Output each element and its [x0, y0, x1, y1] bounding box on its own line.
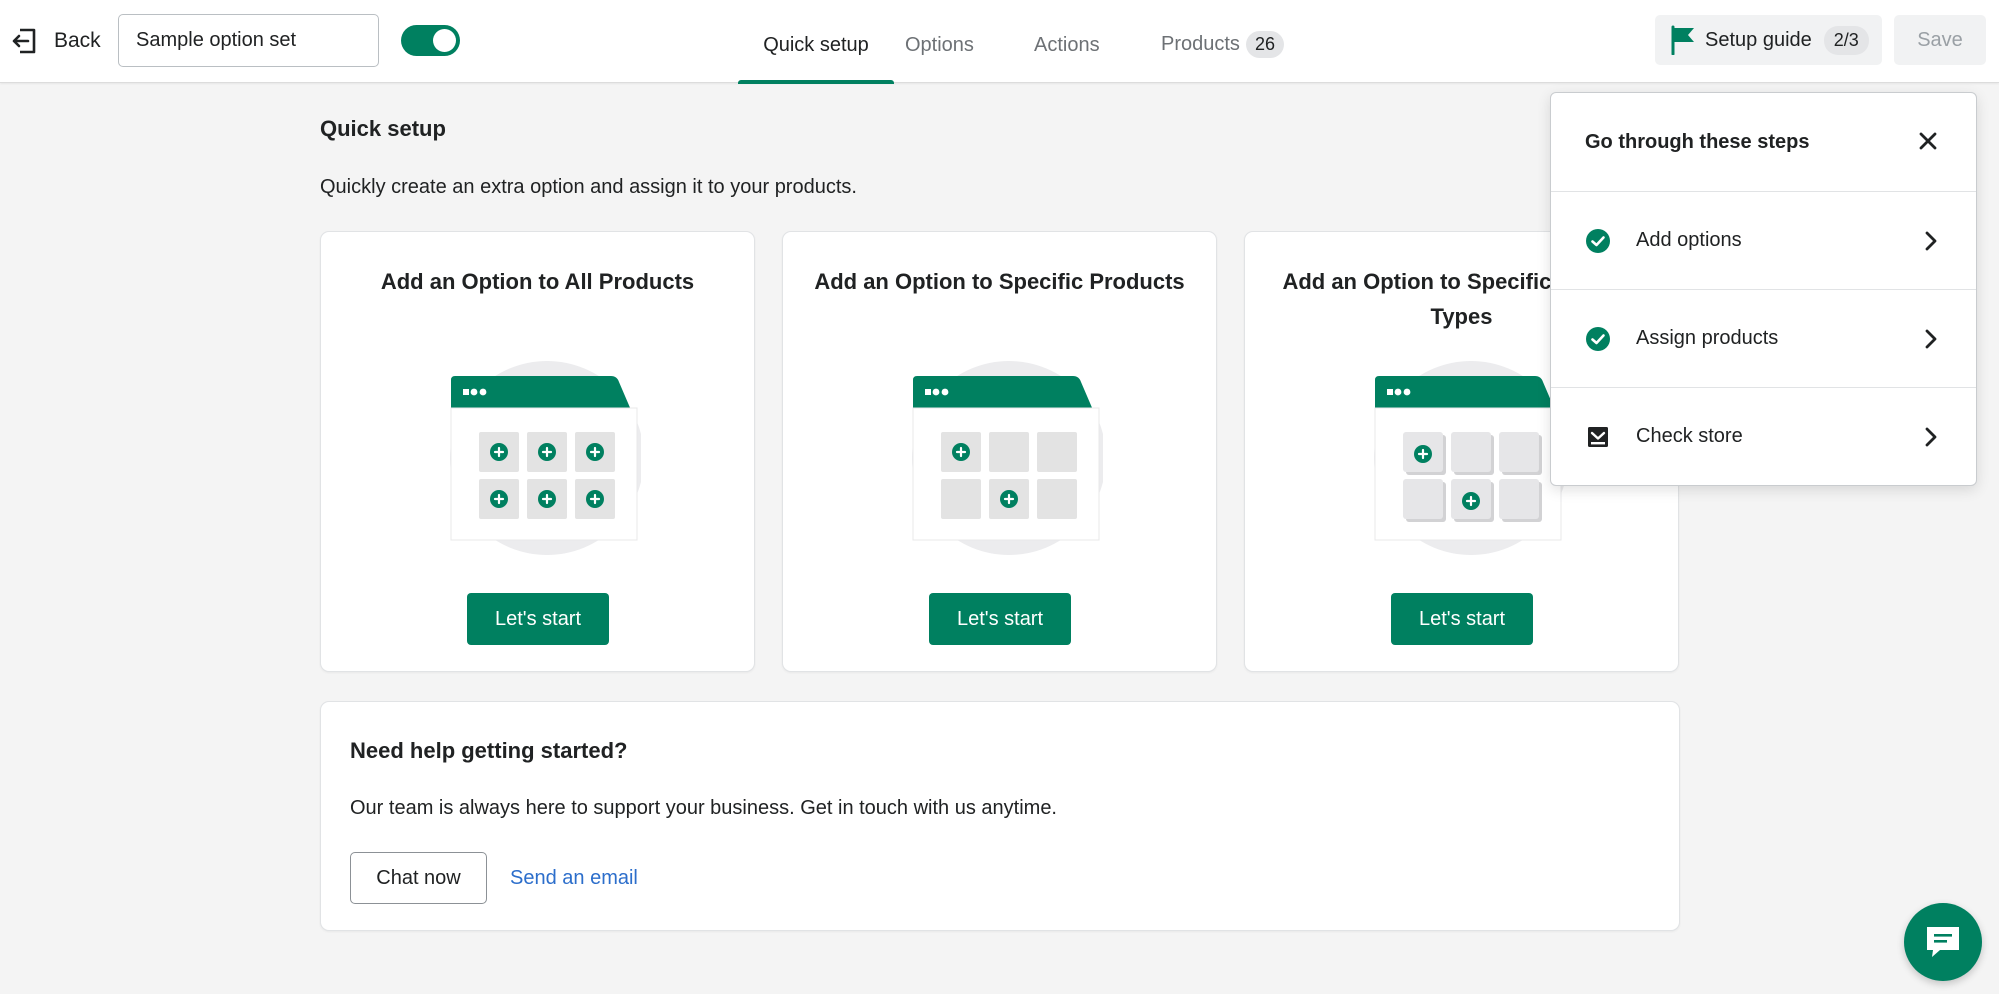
tab-label: Products: [1161, 33, 1240, 55]
step-label: Assign products: [1636, 327, 1779, 349]
setup-guide-progress-badge: 2/3: [1823, 25, 1869, 55]
setup-guide-button[interactable]: Setup guide 2/3: [1655, 15, 1882, 65]
save-button[interactable]: Save: [1894, 15, 1986, 65]
send-email-link[interactable]: Send an email: [510, 867, 638, 890]
setup-guide-header: Go through these steps: [1551, 93, 1976, 192]
help-title: Need help getting started?: [350, 738, 628, 763]
tab-quick-setup[interactable]: Quick setup: [738, 0, 894, 84]
card-specific-products: Add an Option to Specific Products Let's…: [782, 231, 1217, 672]
tab-label: Actions: [1034, 34, 1100, 56]
check-circle-icon: [1586, 229, 1610, 253]
chat-icon: [1927, 927, 1959, 957]
specific-products-illustration: [912, 361, 1103, 555]
lets-start-button[interactable]: Let's start: [1391, 593, 1533, 645]
card-title: Add an Option to Specific Products: [814, 269, 1185, 294]
page-description: Quickly create an extra option and assig…: [320, 176, 857, 198]
step-label: Add options: [1636, 229, 1742, 251]
lets-start-button[interactable]: Let's start: [467, 593, 609, 645]
card-title: Add an Option to All Products: [380, 269, 695, 294]
setup-guide-label: Setup guide: [1705, 28, 1812, 51]
flag-icon: [1671, 25, 1694, 55]
active-tab-indicator: [738, 80, 894, 84]
products-count-badge: 26: [1245, 31, 1284, 58]
tab-options[interactable]: Options: [905, 0, 974, 83]
chevron-right-icon: [1925, 427, 1937, 447]
chevron-right-icon: [1925, 231, 1937, 251]
option-set-name-input[interactable]: [118, 14, 379, 67]
all-products-illustration: [450, 361, 641, 555]
card-all-products: Add an Option to All Products Let's star…: [320, 231, 755, 672]
active-toggle[interactable]: [401, 25, 460, 56]
back-label: Back: [54, 29, 101, 52]
setup-guide-title: Go through these steps: [1585, 131, 1810, 153]
back-arrow-icon: [12, 28, 36, 54]
chat-now-button[interactable]: Chat now: [350, 852, 487, 904]
toggle-knob: [433, 29, 456, 52]
setup-guide-panel: Go through these steps Add options Assig…: [1550, 92, 1977, 486]
tab-label: Options: [905, 34, 974, 56]
close-icon[interactable]: [1916, 129, 1940, 153]
live-chat-button[interactable]: [1904, 903, 1982, 981]
tab-actions[interactable]: Actions: [1034, 0, 1100, 83]
lets-start-button[interactable]: Let's start: [929, 593, 1071, 645]
check-circle-icon: [1586, 327, 1610, 351]
tab-products[interactable]: Products 26: [1161, 0, 1284, 83]
help-description: Our team is always here to support your …: [350, 797, 1057, 819]
back-button[interactable]: Back: [12, 20, 101, 62]
page-title: Quick setup: [320, 116, 446, 141]
step-assign-products[interactable]: Assign products: [1551, 290, 1976, 388]
step-label: Check store: [1636, 425, 1743, 447]
chevron-right-icon: [1925, 329, 1937, 349]
product-types-illustration: [1374, 361, 1565, 555]
top-bar: Back Quick setup Options Actions Product…: [0, 0, 1999, 84]
step-add-options[interactable]: Add options: [1551, 192, 1976, 290]
help-card: Need help getting started? Our team is a…: [320, 701, 1680, 931]
inbox-check-icon: [1588, 427, 1608, 447]
step-check-store[interactable]: Check store: [1551, 388, 1976, 486]
tab-label: Quick setup: [763, 34, 869, 56]
